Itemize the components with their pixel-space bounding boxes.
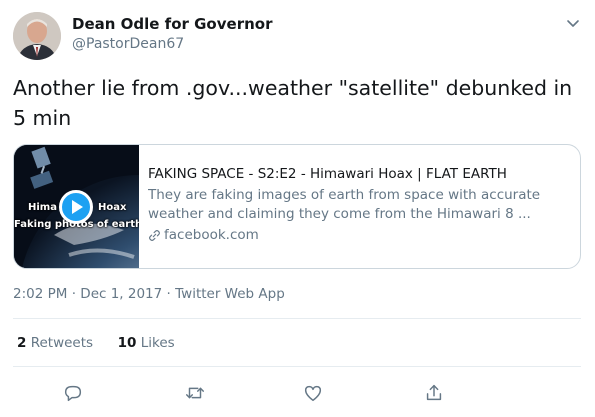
avatar-photo (13, 12, 61, 60)
card-description: They are faking images of earth from spa… (148, 187, 541, 222)
card-thumbnail[interactable]: Hima Hoax Faking photos of earth (14, 145, 139, 268)
avatar[interactable] (13, 12, 61, 60)
share-button[interactable] (421, 380, 447, 406)
card-domain-text: facebook.com (164, 227, 259, 243)
share-icon (426, 384, 442, 401)
tweet-stats: 2 Retweets 10 Likes (17, 335, 175, 351)
retweets-stat[interactable]: 2 Retweets (17, 335, 93, 351)
divider (13, 366, 581, 367)
like-button[interactable] (300, 380, 326, 406)
likes-count: 10 (117, 335, 137, 351)
card-domain[interactable]: facebook.com (148, 226, 568, 244)
tweet-source[interactable]: Twitter Web App (175, 286, 285, 302)
reply-button[interactable] (60, 380, 86, 406)
card-title[interactable]: FAKING SPACE - S2:E2 - Himawari Hoax | F… (148, 165, 568, 183)
card-body: FAKING SPACE - S2:E2 - Himawari Hoax | F… (148, 165, 568, 244)
retweet-button[interactable] (182, 380, 208, 406)
tweet: Dean Odle for Governor @PastorDean67 Ano… (0, 0, 595, 417)
chevron-down-icon[interactable] (564, 14, 582, 32)
likes-label: Likes (140, 335, 175, 351)
likes-stat[interactable]: 10 Likes (118, 335, 175, 351)
thumb-caption-left: Hima (28, 202, 57, 213)
divider (13, 318, 581, 319)
tweet-meta: 2:02 PM · Dec 1, 2017 · Twitter Web App (13, 286, 285, 302)
thumb-caption-right: Hoax (98, 202, 127, 213)
retweet-icon (186, 387, 204, 399)
link-card[interactable]: Hima Hoax Faking photos of earth FAKING … (13, 144, 581, 269)
meta-separator: · (166, 286, 171, 302)
retweets-label: Retweets (30, 335, 94, 351)
meta-separator: · (71, 286, 76, 302)
reply-icon (64, 385, 82, 402)
tweet-date[interactable]: Dec 1, 2017 (80, 286, 162, 302)
tweet-time[interactable]: 2:02 PM (13, 286, 67, 302)
user-handle[interactable]: @PastorDean67 (72, 36, 184, 52)
play-icon (72, 200, 83, 214)
play-button[interactable] (59, 190, 93, 224)
retweets-count: 2 (17, 335, 27, 351)
link-icon (149, 229, 160, 241)
heart-icon (304, 385, 322, 402)
display-name[interactable]: Dean Odle for Governor (72, 15, 272, 33)
tweet-text: Another lie from .gov...weather "satelli… (13, 76, 573, 130)
